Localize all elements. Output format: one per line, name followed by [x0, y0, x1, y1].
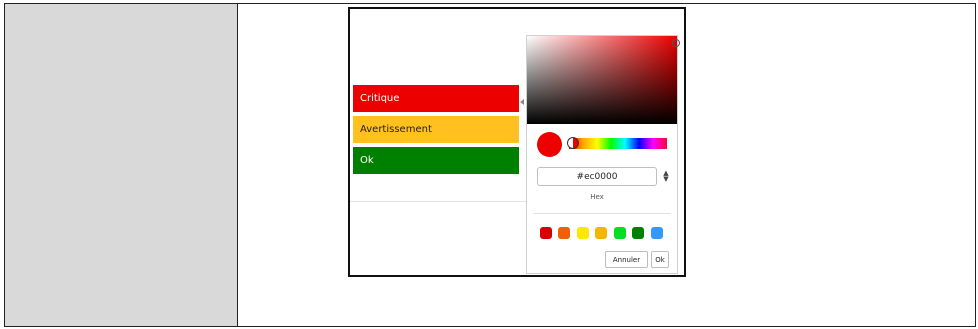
status-row-critique[interactable]: Critique: [353, 85, 519, 112]
hue-slider-handle[interactable]: [567, 137, 579, 149]
status-label-critique: Critique: [360, 93, 400, 104]
mode-spinner-icon[interactable]: ▲ ▼: [661, 170, 671, 184]
left-panel: [5, 4, 238, 326]
hue-slider[interactable]: [569, 138, 667, 149]
status-label-ok: Ok: [360, 155, 374, 166]
picker-pointer-icon: [520, 99, 524, 105]
current-color-swatch: [537, 132, 562, 157]
preset-swatch-orange[interactable]: [558, 227, 570, 239]
preset-swatch-lime[interactable]: [614, 227, 626, 239]
preset-swatch-red[interactable]: [540, 227, 552, 239]
status-row-ok[interactable]: Ok: [353, 147, 519, 174]
saturation-value-area[interactable]: [527, 36, 680, 124]
cancel-button[interactable]: Annuler: [605, 251, 648, 268]
color-picker-popup: ▲▼ Hex Annuler Ok: [526, 35, 680, 274]
frame-divider: [350, 201, 526, 202]
status-label-avertissement: Avertissement: [360, 124, 432, 135]
ok-button[interactable]: Ok: [651, 251, 669, 268]
preview-frame: Critique Avertissement Ok ▲▼ Hex Annuler…: [348, 7, 686, 277]
preset-swatch-green[interactable]: [632, 227, 644, 239]
hex-mode-label: Hex: [590, 193, 604, 201]
hex-input[interactable]: [537, 167, 657, 186]
saturation-handle[interactable]: [672, 39, 680, 47]
picker-divider: [533, 213, 671, 214]
preset-swatch-amber[interactable]: [595, 227, 607, 239]
preset-swatch-blue[interactable]: [651, 227, 663, 239]
status-row-avertissement[interactable]: Avertissement: [353, 116, 519, 143]
preset-swatch-yellow[interactable]: [577, 227, 589, 239]
